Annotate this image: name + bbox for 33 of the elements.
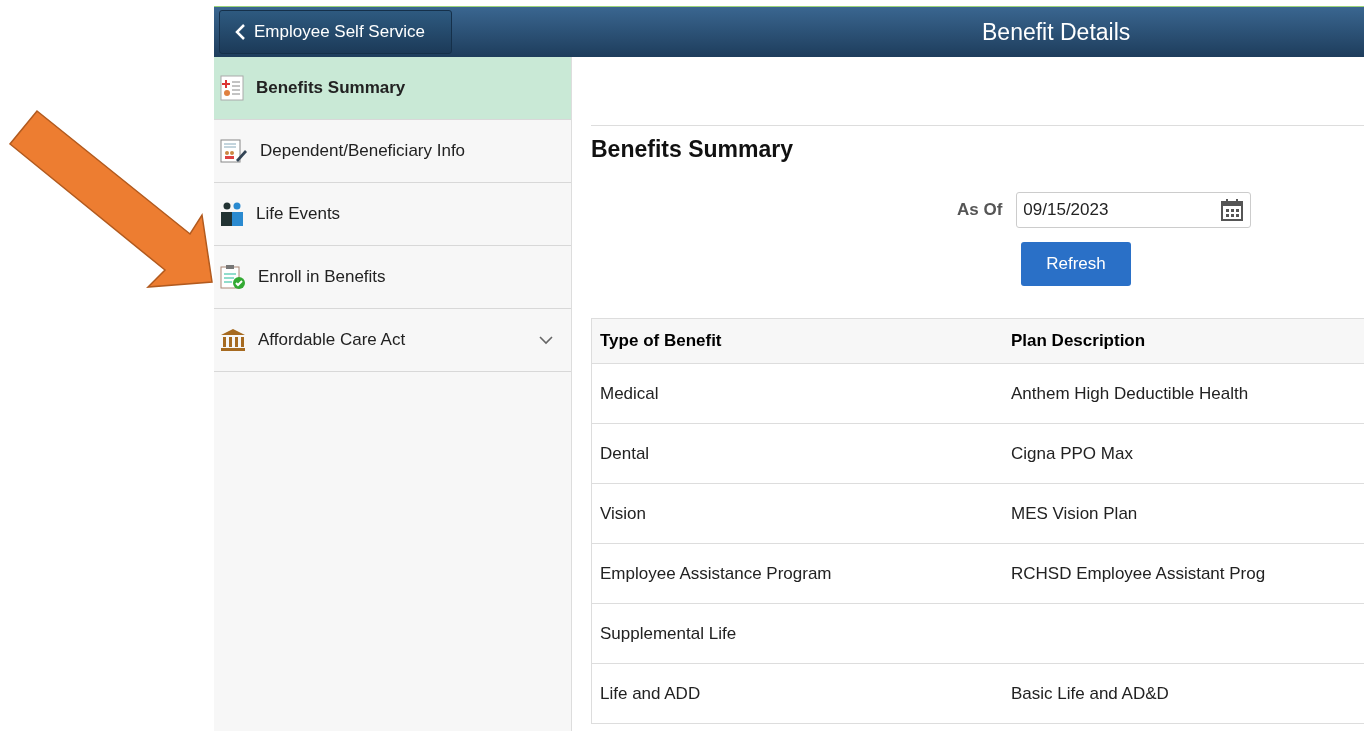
table-cell: Employee Assistance Program <box>591 543 1003 604</box>
table-cell: Dental <box>591 423 1003 484</box>
bank-icon <box>220 328 246 352</box>
sidebar-item-label: Enroll in Benefits <box>258 267 387 287</box>
sidebar-item-label: Life Events <box>256 204 342 224</box>
section-heading: Benefits Summary <box>591 136 794 163</box>
sidebar-item-label: Dependent/Beneficiary Info <box>260 141 467 161</box>
page-title: Benefit Details <box>982 19 1131 46</box>
date-field[interactable]: 09/15/2023 <box>1016 192 1252 228</box>
table-cell: Life and ADD <box>591 663 1003 724</box>
chevron-left-icon <box>234 23 246 41</box>
back-button[interactable]: Employee Self Service <box>219 10 452 54</box>
table-cell: Basic Life and AD&D <box>1003 663 1364 724</box>
table-cell: Cigna PPO Max <box>1003 423 1364 484</box>
table-cell: MES Vision Plan <box>1003 483 1364 544</box>
column-header: Type of Benefit <box>591 318 1003 364</box>
table-cell: Medical <box>591 363 1003 424</box>
table-cell: Vision <box>591 483 1003 544</box>
table-cell: RCHSD Employee Assistant Prog <box>1003 543 1364 604</box>
clipboard-check-icon <box>220 264 246 290</box>
as-of-label: As Of <box>957 200 1003 220</box>
sidebar-item-label: Affordable Care Act <box>258 330 407 350</box>
people-icon <box>220 201 244 227</box>
table-cell: Supplemental Life <box>591 603 1003 664</box>
form-icon <box>220 75 244 101</box>
table-cell: Anthem High Deductible Health <box>1003 363 1364 424</box>
sidebar-item[interactable]: Benefits Summary <box>214 57 571 120</box>
calendar-icon[interactable] <box>1220 198 1245 222</box>
chevron-down-icon[interactable] <box>539 335 553 345</box>
document-pen-icon <box>220 138 248 164</box>
column-header: Plan Description <box>1003 318 1364 364</box>
sidebar-item-label: Benefits Summary <box>256 78 407 98</box>
refresh-button[interactable]: Refresh <box>1021 242 1131 286</box>
